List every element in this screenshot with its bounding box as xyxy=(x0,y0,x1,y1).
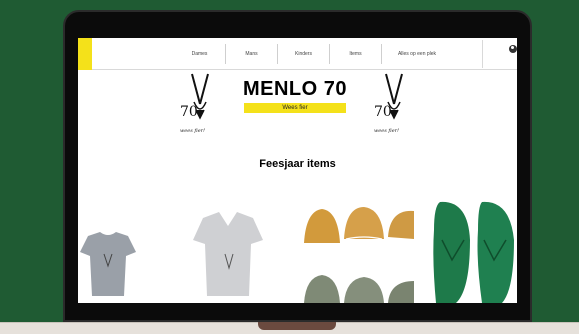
brand-strip xyxy=(78,38,92,70)
user-account-icon[interactable] xyxy=(509,45,517,53)
main-nav: Dames Mans Kinders Items Alles op een pl… xyxy=(174,44,452,64)
top-navigation-bar: Dames Mans Kinders Items Alles op een pl… xyxy=(78,38,517,70)
nav-item-mans[interactable]: Mans xyxy=(226,44,278,64)
product-caps[interactable] xyxy=(302,203,414,303)
caps-image xyxy=(304,207,414,303)
product-light-vneck[interactable] xyxy=(193,210,263,298)
nav-item-items[interactable]: Items xyxy=(330,44,382,64)
logo-signature: wees fier! xyxy=(180,128,206,134)
sandals-image xyxy=(433,201,514,303)
page-title: MENLO 70 xyxy=(242,78,348,100)
nav-item-alles-op-een-plek[interactable]: Alles op een plek xyxy=(382,44,452,64)
nav-item-dames[interactable]: Dames xyxy=(174,44,226,64)
oryx-horns-icon: 70 xyxy=(180,73,209,120)
svg-text:70: 70 xyxy=(180,104,198,120)
oryx-logo-left: 70 wees fier! xyxy=(178,72,220,134)
product-grey-tshirt[interactable] xyxy=(80,230,136,298)
oryx-logo-right: 70 wees fier! xyxy=(372,72,414,134)
logo-signature: wees fier! xyxy=(374,128,400,134)
vneck-image xyxy=(193,212,263,296)
product-green-sandals[interactable] xyxy=(430,200,517,303)
tshirt-image xyxy=(80,232,136,296)
nav-divider xyxy=(482,40,483,68)
svg-text:70: 70 xyxy=(374,104,392,120)
website-screen: Dames Mans Kinders Items Alles op een pl… xyxy=(78,38,517,303)
section-title: Feesjaar items xyxy=(259,158,336,170)
oryx-horns-icon: 70 xyxy=(374,73,403,120)
nav-item-kinders[interactable]: Kinders xyxy=(278,44,330,64)
laptop-notch xyxy=(258,322,336,330)
motto-badge: Wees fier xyxy=(244,103,346,113)
